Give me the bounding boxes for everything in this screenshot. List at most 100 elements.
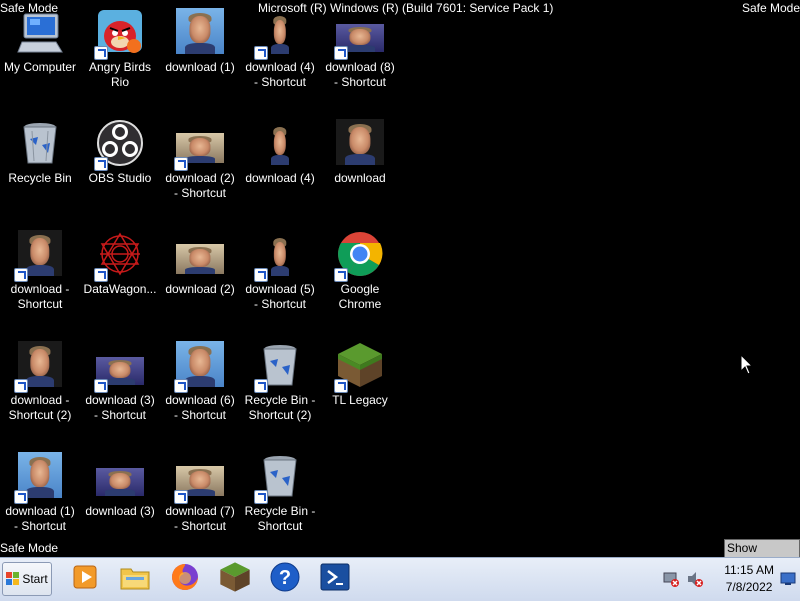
photo-icon bbox=[14, 452, 64, 504]
shortcut-arrow-icon bbox=[174, 490, 188, 504]
photo-icon bbox=[94, 341, 144, 393]
safe-mode-watermark-top-right: Safe Mode bbox=[741, 1, 800, 15]
show-desktop-button[interactable] bbox=[780, 572, 796, 591]
photo-icon bbox=[334, 8, 384, 60]
taskbar-file-explorer-button[interactable] bbox=[114, 561, 156, 597]
desktop-icon-recycle-bin-shortcut-2[interactable]: Recycle Bin - Shortcut (2) bbox=[239, 341, 321, 423]
photo-icon bbox=[174, 341, 224, 393]
icon-label: download (4) bbox=[245, 171, 315, 185]
obs-icon bbox=[94, 119, 144, 171]
photo-icon bbox=[174, 119, 224, 171]
desktop-icon-my-computer[interactable]: My Computer bbox=[0, 8, 81, 75]
icon-label: download (4) - Shortcut bbox=[245, 60, 315, 89]
desktop-icon-download-7-shortcut[interactable]: download (7) - Shortcut bbox=[159, 452, 241, 534]
desktop-icon-download-3-shortcut[interactable]: download (3) - Shortcut bbox=[79, 341, 161, 423]
desktop-icon-download-4-shortcut[interactable]: download (4) - Shortcut bbox=[239, 8, 321, 90]
shortcut-arrow-icon bbox=[334, 379, 348, 393]
desktop-icon-download-2-shortcut[interactable]: download (2) - Shortcut bbox=[159, 119, 241, 201]
desktop-icon-google-chrome[interactable]: Google Chrome bbox=[319, 230, 401, 312]
icon-label: download - Shortcut (2) bbox=[8, 393, 72, 422]
icon-label: download (5) - Shortcut bbox=[245, 282, 315, 311]
photo-icon bbox=[256, 119, 304, 167]
recycle-bin-icon bbox=[16, 119, 64, 167]
icon-label: download (1) - Shortcut bbox=[5, 504, 75, 533]
desktop-icon-angry-birds-rio[interactable]: Angry Birds Rio bbox=[79, 8, 161, 90]
desktop-icon-datawagon[interactable]: DataWagon... bbox=[79, 230, 161, 297]
photo-icon bbox=[174, 452, 224, 504]
system-tray: 11:15 AM 7/8/2022 bbox=[660, 558, 800, 601]
photo-icon bbox=[254, 8, 304, 60]
icon-label: Recycle Bin bbox=[8, 171, 72, 185]
minecraft-icon bbox=[219, 561, 251, 598]
computer-icon bbox=[16, 8, 64, 56]
icon-label: download (8) - Shortcut bbox=[325, 60, 395, 89]
desktop-icon-download-1[interactable]: download (1) bbox=[159, 8, 241, 75]
photo-icon bbox=[254, 230, 304, 282]
photo-icon bbox=[96, 452, 144, 500]
windows-logo-icon bbox=[6, 572, 20, 586]
desktop-icon-download-6-shortcut[interactable]: download (6) - Shortcut bbox=[159, 341, 241, 423]
shortcut-arrow-icon bbox=[14, 379, 28, 393]
minecraft-icon bbox=[334, 341, 384, 393]
shortcut-arrow-icon bbox=[94, 268, 108, 282]
desktop-icon-download-4[interactable]: download (4) bbox=[239, 119, 321, 186]
icon-label: OBS Studio bbox=[88, 171, 152, 185]
photo-icon bbox=[14, 230, 64, 282]
chrome-icon bbox=[334, 230, 384, 282]
icon-label: download bbox=[334, 171, 386, 185]
mouse-cursor-icon bbox=[740, 353, 754, 381]
icon-label: download (3) bbox=[85, 504, 155, 518]
media-player-icon bbox=[71, 563, 99, 596]
desktop-icon-download-shortcut-2[interactable]: download - Shortcut (2) bbox=[0, 341, 81, 423]
volume-muted-icon[interactable] bbox=[686, 570, 704, 593]
desktop-icon-download-2[interactable]: download (2) bbox=[159, 230, 241, 297]
powershell-icon bbox=[319, 562, 351, 597]
taskbar-powershell-button[interactable] bbox=[314, 561, 356, 597]
network-disconnected-icon[interactable] bbox=[662, 570, 680, 593]
clock[interactable]: 11:15 AM 7/8/2022 bbox=[724, 562, 774, 596]
shortcut-arrow-icon bbox=[174, 157, 188, 171]
desktop-icon-download-1-shortcut[interactable]: download (1) - Shortcut bbox=[0, 452, 81, 534]
svg-text:?: ? bbox=[279, 567, 291, 589]
desktop-icon-recycle-bin-shortcut[interactable]: Recycle Bin - Shortcut bbox=[239, 452, 321, 534]
icon-label: Angry Birds Rio bbox=[88, 60, 152, 89]
desktop-icon-obs-studio[interactable]: OBS Studio bbox=[79, 119, 161, 186]
icon-label: download (6) - Shortcut bbox=[165, 393, 235, 422]
desktop-icon-download-shortcut[interactable]: download - Shortcut bbox=[0, 230, 81, 312]
firefox-icon bbox=[170, 562, 200, 597]
icon-label: Google Chrome bbox=[338, 282, 382, 311]
desktop-icon-download[interactable]: download bbox=[319, 119, 401, 186]
desktop-icon-download-5-shortcut[interactable]: download (5) - Shortcut bbox=[239, 230, 321, 312]
icon-label: download (3) - Shortcut bbox=[85, 393, 155, 422]
start-button[interactable]: Start bbox=[2, 562, 52, 596]
desktop-icon-recycle-bin[interactable]: Recycle Bin bbox=[0, 119, 81, 186]
recycle-bin-icon bbox=[254, 452, 304, 504]
shortcut-arrow-icon bbox=[94, 379, 108, 393]
shortcut-arrow-icon bbox=[254, 490, 268, 504]
icon-label: download (2) - Shortcut bbox=[165, 171, 235, 200]
photo-icon bbox=[14, 341, 64, 393]
taskbar-help-button[interactable]: ? bbox=[264, 561, 306, 597]
shortcut-arrow-icon bbox=[254, 46, 268, 60]
recycle-bin-icon bbox=[254, 341, 304, 393]
shortcut-arrow-icon bbox=[334, 268, 348, 282]
taskbar-media-player-button[interactable] bbox=[64, 561, 106, 597]
icon-label: download (2) bbox=[165, 282, 235, 296]
shortcut-arrow-icon bbox=[174, 379, 188, 393]
icon-label: Recycle Bin - Shortcut (2) bbox=[244, 393, 316, 422]
shortcut-arrow-icon bbox=[254, 379, 268, 393]
desktop-icon-download-8-shortcut[interactable]: download (8) - Shortcut bbox=[319, 8, 401, 90]
desktop-icon-download-3[interactable]: download (3) bbox=[79, 452, 161, 519]
file-explorer-icon bbox=[119, 563, 151, 596]
icon-label: Recycle Bin - Shortcut bbox=[244, 504, 316, 533]
desktop-icon-tl-legacy[interactable]: TL Legacy bbox=[319, 341, 401, 408]
taskbar-minecraft-button[interactable] bbox=[214, 561, 256, 597]
shortcut-arrow-icon bbox=[254, 268, 268, 282]
taskbar-firefox-button[interactable] bbox=[164, 561, 206, 597]
safe-mode-watermark-bottom-left: Safe Mode bbox=[0, 541, 59, 555]
icon-label: download (7) - Shortcut bbox=[165, 504, 235, 533]
icon-label: DataWagon... bbox=[83, 282, 157, 296]
icon-label: My Computer bbox=[3, 60, 77, 74]
icon-label: download - Shortcut bbox=[10, 282, 70, 311]
shortcut-arrow-icon bbox=[14, 490, 28, 504]
